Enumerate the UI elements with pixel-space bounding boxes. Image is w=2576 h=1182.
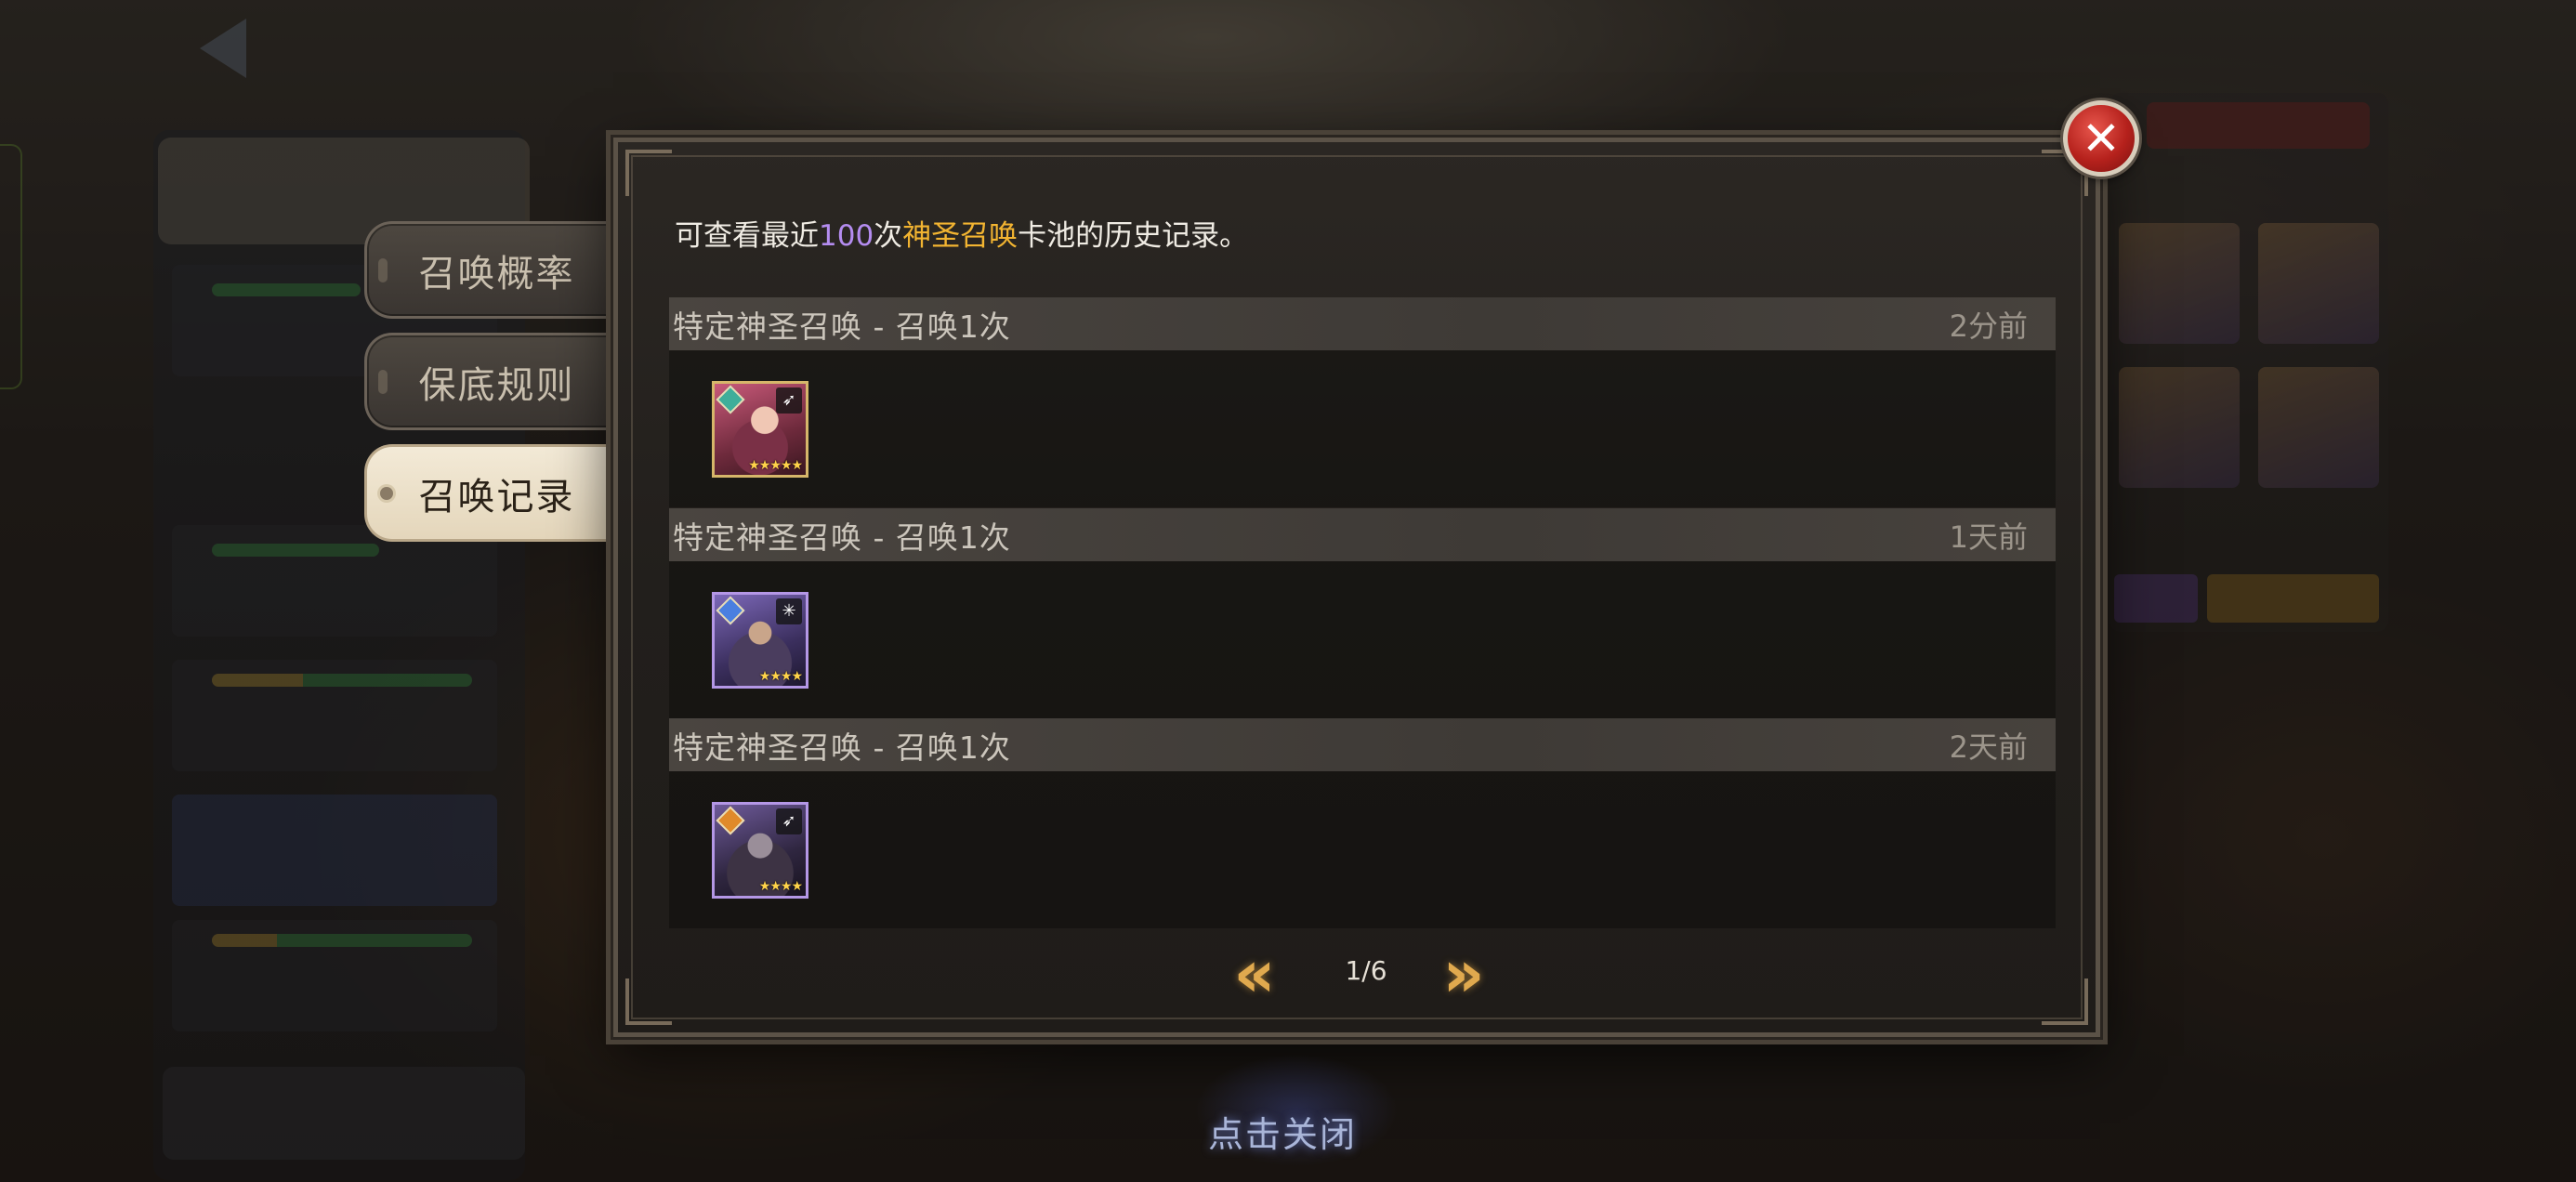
history-record: 特定神圣召唤 - 召唤1次 2分前 ➶ ★★★★★ xyxy=(669,297,2056,507)
frame-corner-ornament xyxy=(625,978,672,1025)
tab-label: 召唤概率 xyxy=(418,252,575,296)
frame-corner-ornament xyxy=(625,150,672,196)
record-title: 特定神圣召唤 - 召唤1次 xyxy=(673,519,1011,556)
bow-icon: ➶ xyxy=(776,808,802,834)
star-rating: ★★★★ xyxy=(758,669,803,684)
double-chevron-right-icon: » xyxy=(1442,936,1485,1012)
record-title: 特定神圣召唤 - 召唤1次 xyxy=(673,308,1011,345)
info-suffix: 卡池的历史记录。 xyxy=(1018,219,1249,253)
history-record: 特定神圣召唤 - 召唤1次 1天前 ✳ ★★★★ xyxy=(669,508,2056,718)
info-prefix: 可查看最近 xyxy=(675,219,819,253)
star-rating: ★★★★ xyxy=(758,879,803,894)
history-record: 特定神圣召唤 - 召唤1次 2天前 ➶ ★★★★ xyxy=(669,718,2056,928)
previous-page-button[interactable]: « xyxy=(1222,941,1287,1006)
next-page-button[interactable]: » xyxy=(1431,941,1496,1006)
tab-label: 召唤记录 xyxy=(418,475,575,519)
record-time: 2天前 xyxy=(1949,729,2028,765)
hero-card[interactable]: ✳ ★★★★ xyxy=(712,592,808,689)
mage-icon: ✳ xyxy=(776,598,802,624)
tab-summon-rates[interactable]: 召唤概率 xyxy=(364,221,626,319)
tab-notch xyxy=(378,257,388,282)
bow-icon: ➶ xyxy=(776,387,802,414)
tap-to-close-text[interactable]: 点击关闭 xyxy=(1208,1106,1357,1157)
tab-summon-history[interactable]: 召唤记录 xyxy=(364,444,626,542)
history-info-text: 可查看最近100次神圣召唤卡池的历史记录。 xyxy=(675,212,1248,254)
record-time: 1天前 xyxy=(1949,519,2028,555)
info-count: 100 xyxy=(819,219,874,253)
hero-card[interactable]: ➶ ★★★★ xyxy=(712,802,808,899)
record-header: 特定神圣召唤 - 召唤1次 2天前 xyxy=(669,718,2056,771)
page-indicator: 1/6 xyxy=(1345,955,1387,986)
star-rating: ★★★★★ xyxy=(748,458,803,473)
record-title: 特定神圣召唤 - 召唤1次 xyxy=(673,729,1011,766)
close-button[interactable]: ✕ xyxy=(2063,100,2139,177)
active-indicator xyxy=(380,486,393,500)
record-header: 特定神圣召唤 - 召唤1次 2分前 xyxy=(669,297,2056,350)
info-middle: 次 xyxy=(874,219,903,253)
tab-label: 保底规则 xyxy=(418,363,575,407)
hero-card[interactable]: ➶ ★★★★★ xyxy=(712,381,808,478)
close-icon: ✕ xyxy=(2082,112,2121,165)
record-header: 特定神圣召唤 - 召唤1次 1天前 xyxy=(669,508,2056,561)
record-time: 2分前 xyxy=(1949,308,2028,344)
info-pool-name: 神圣召唤 xyxy=(902,219,1019,253)
tab-pity-rules[interactable]: 保底规则 xyxy=(364,333,626,430)
frame-corner-ornament xyxy=(2042,978,2088,1025)
double-chevron-left-icon: « xyxy=(1233,936,1276,1012)
tab-notch xyxy=(378,369,388,394)
